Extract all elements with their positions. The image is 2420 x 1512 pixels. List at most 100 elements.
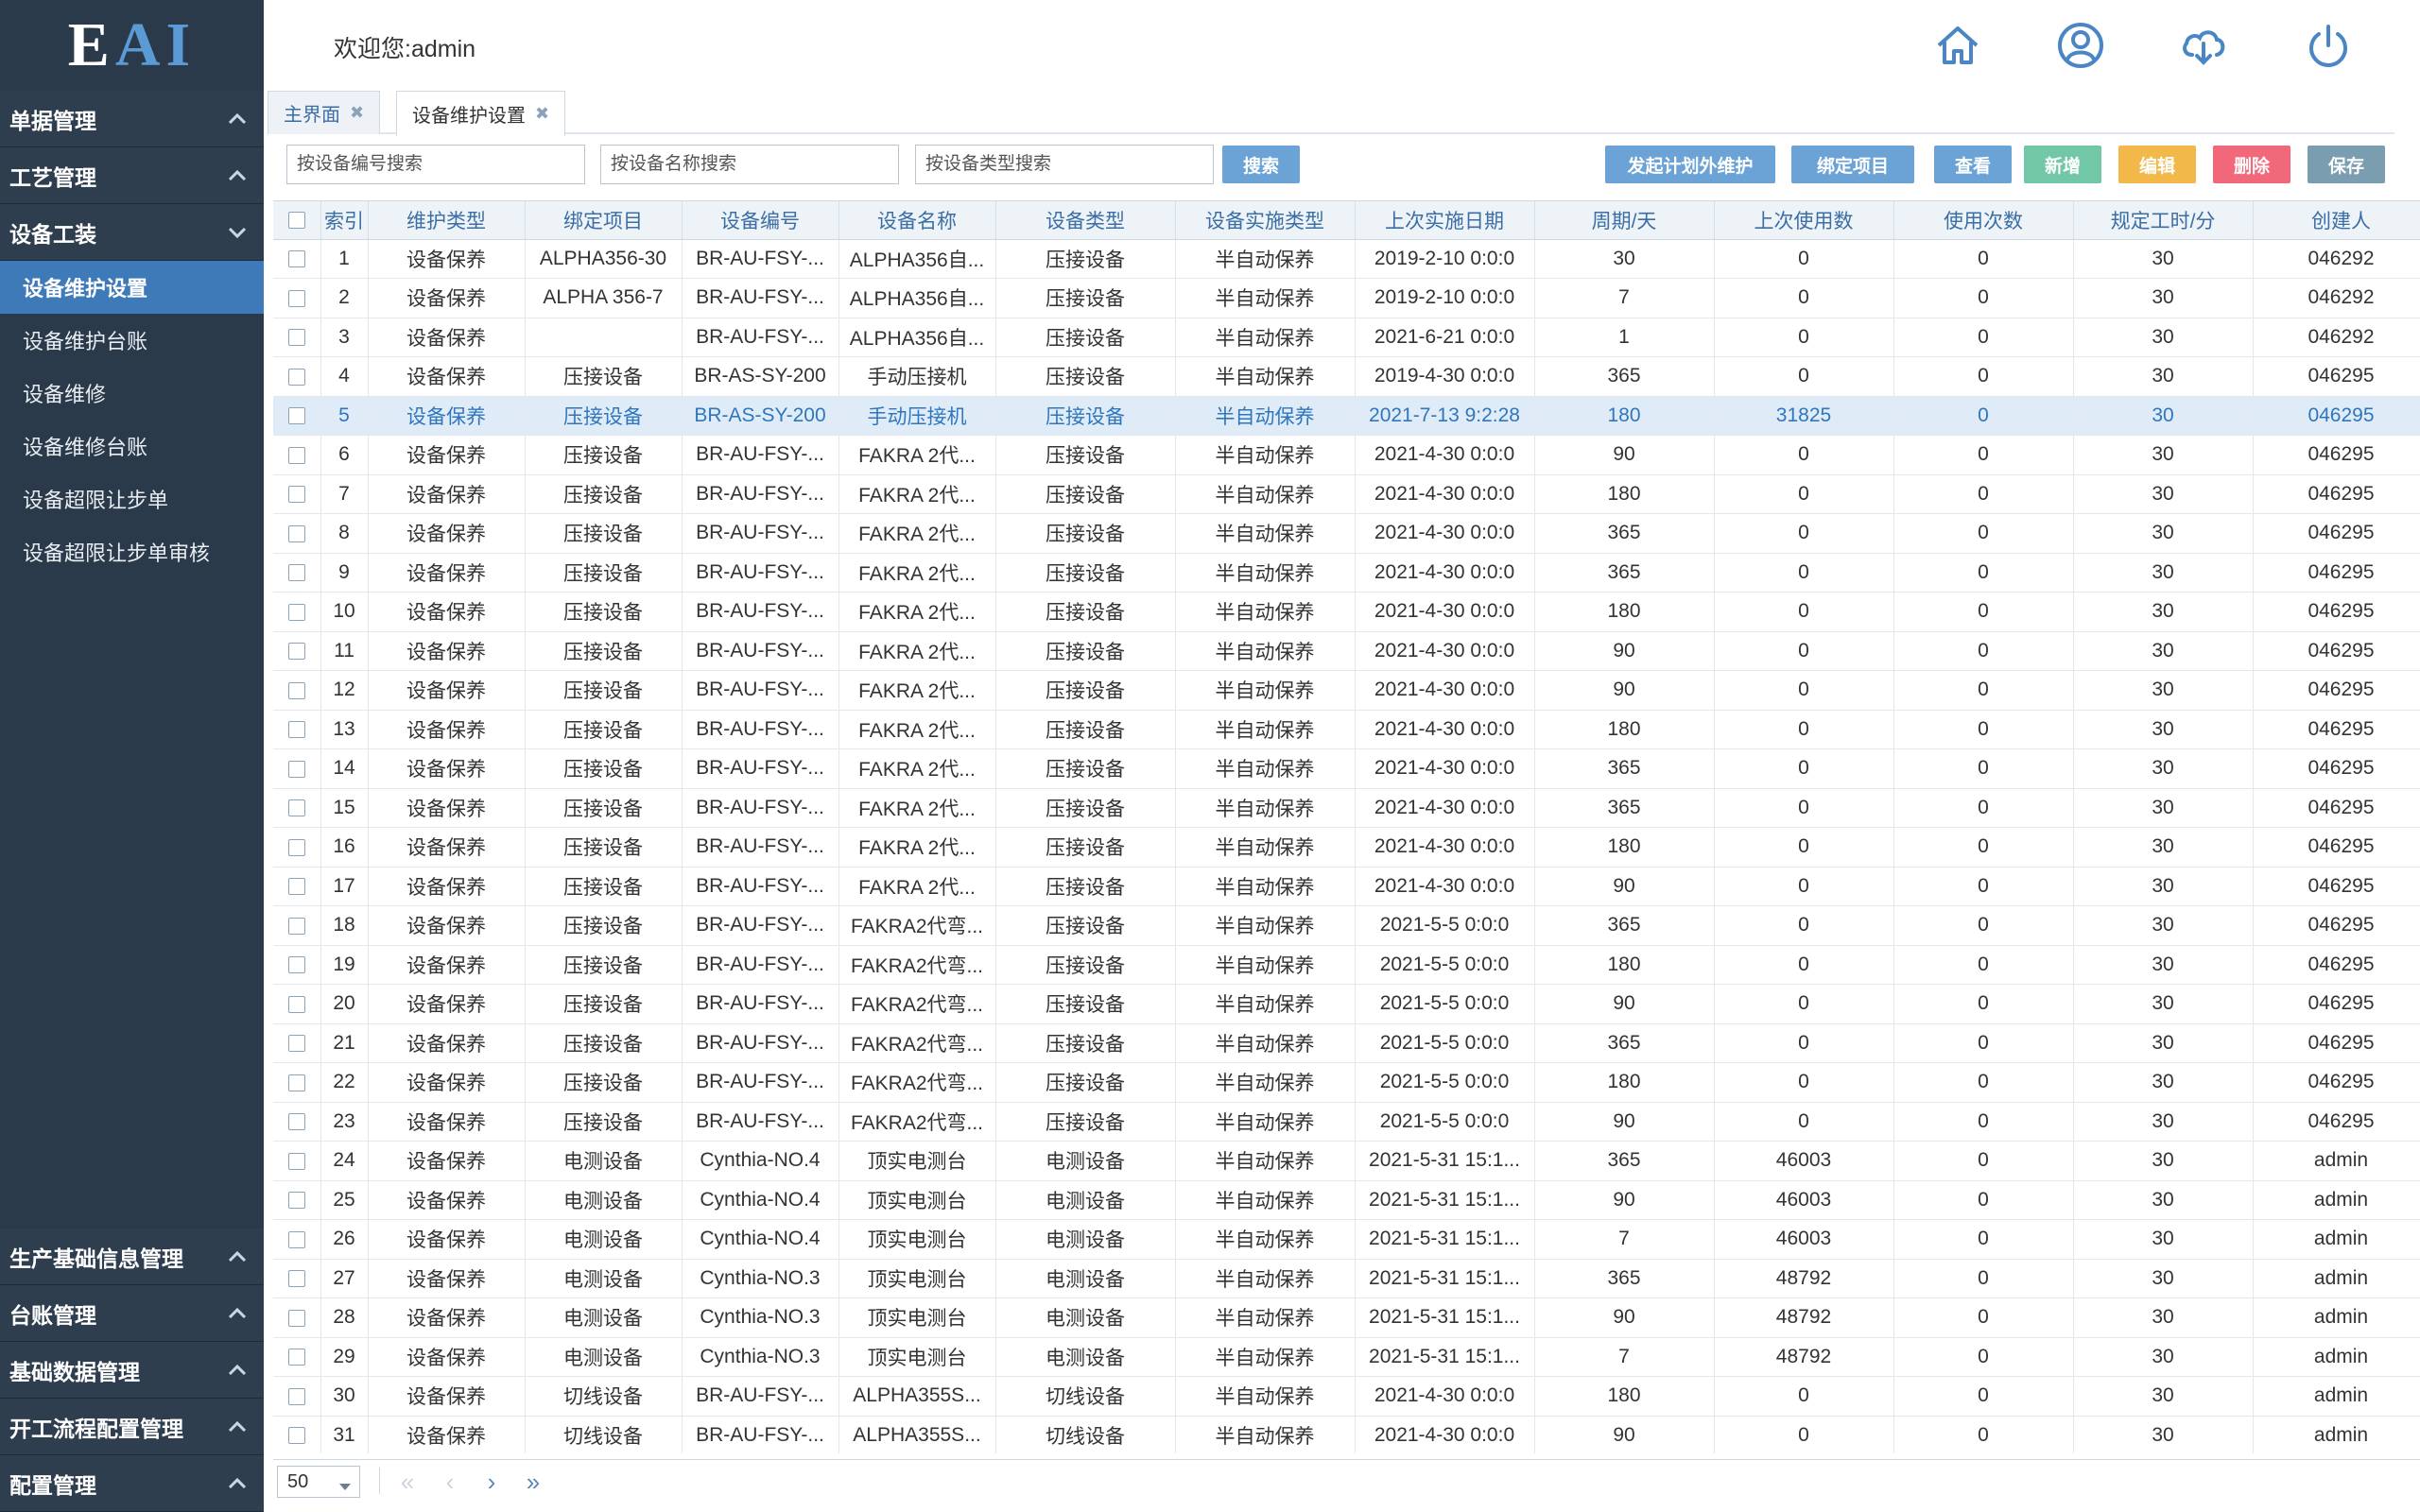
table-row[interactable]: 5 设备保养 压接设备 BR-AS-SY-200 手动压接机 压接设备 半自动保养 2021-… bbox=[273, 396, 2420, 436]
table-row[interactable]: 17 设备保养 压接设备 BR-AU-FSY-... FAKRA 2代... 压接设备 半自… bbox=[273, 867, 2420, 906]
row-checkbox[interactable] bbox=[273, 592, 321, 632]
table-row[interactable]: 25 设备保养 电测设备 Cynthia-NO.4 顶实电测台 电测设备 半自动保养 2021… bbox=[273, 1180, 2420, 1220]
row-checkbox[interactable] bbox=[273, 553, 321, 593]
edit-button[interactable]: 编辑 bbox=[2118, 146, 2196, 183]
column-header[interactable]: 周期/天 bbox=[1534, 201, 1715, 240]
search-code-input[interactable] bbox=[286, 145, 585, 184]
close-icon[interactable]: ✖ bbox=[350, 103, 364, 123]
row-checkbox[interactable] bbox=[273, 1219, 321, 1260]
row-checkbox[interactable] bbox=[273, 1297, 321, 1338]
view-button[interactable]: 查看 bbox=[1934, 146, 2012, 183]
table-row[interactable]: 4 设备保养 压接设备 BR-AS-SY-200 手动压接机 压接设备 半自动保养 2019-… bbox=[273, 356, 2420, 397]
menu-group-base-data[interactable]: 基础数据管理 bbox=[0, 1342, 264, 1399]
menu-group-ledger[interactable]: 台账管理 bbox=[0, 1285, 264, 1342]
tab-maintenance-settings[interactable]: 设备维护设置 ✖ bbox=[396, 91, 566, 136]
menu-group-workflow-config[interactable]: 开工流程配置管理 bbox=[0, 1399, 264, 1455]
row-checkbox[interactable] bbox=[273, 1141, 321, 1181]
row-checkbox[interactable] bbox=[273, 239, 321, 279]
table-row[interactable]: 23 设备保养 压接设备 BR-AU-FSY-... FAKRA2代弯... 压接设备 半自… bbox=[273, 1102, 2420, 1142]
row-checkbox[interactable] bbox=[273, 984, 321, 1024]
row-checkbox[interactable] bbox=[273, 788, 321, 828]
menu-group-process[interactable]: 工艺管理 bbox=[0, 147, 264, 204]
table-row[interactable]: 16 设备保养 压接设备 BR-AU-FSY-... FAKRA 2代... 压接设备 半自… bbox=[273, 827, 2420, 868]
bind-project-button[interactable]: 绑定项目 bbox=[1791, 146, 1914, 183]
row-checkbox[interactable] bbox=[273, 396, 321, 436]
table-row[interactable]: 12 设备保养 压接设备 BR-AU-FSY-... FAKRA 2代... 压接设备 半自… bbox=[273, 670, 2420, 711]
save-button[interactable]: 保存 bbox=[2308, 146, 2385, 183]
row-checkbox[interactable] bbox=[273, 278, 321, 318]
tab-home[interactable]: 主界面 ✖ bbox=[268, 91, 381, 134]
menu-group-config[interactable]: 配置管理 bbox=[0, 1455, 264, 1512]
power-icon[interactable] bbox=[2302, 19, 2355, 72]
menu-group-documents[interactable]: 单据管理 bbox=[0, 91, 264, 147]
column-header[interactable]: 索引 bbox=[320, 201, 369, 240]
column-header[interactable]: 使用次数 bbox=[1893, 201, 2074, 240]
row-checkbox[interactable] bbox=[273, 945, 321, 985]
sidebar-item-concession-review[interactable]: 设备超限让步单审核 bbox=[0, 525, 264, 578]
page-size-select[interactable]: 50 bbox=[277, 1466, 360, 1498]
table-row[interactable]: 9 设备保养 压接设备 BR-AU-FSY-... FAKRA 2代... 压接设备 半自动… bbox=[273, 553, 2420, 593]
row-checkbox[interactable] bbox=[273, 670, 321, 711]
table-row[interactable]: 15 设备保养 压接设备 BR-AU-FSY-... FAKRA 2代... 压接设备 半自… bbox=[273, 788, 2420, 828]
first-page-button[interactable]: « bbox=[393, 1468, 422, 1496]
table-row[interactable]: 22 设备保养 压接设备 BR-AU-FSY-... FAKRA2代弯... 压接设备 半自… bbox=[273, 1062, 2420, 1103]
column-header[interactable]: 维护类型 bbox=[368, 201, 526, 240]
table-row[interactable]: 18 设备保养 压接设备 BR-AU-FSY-... FAKRA2代弯... 压接设备 半自… bbox=[273, 905, 2420, 946]
column-header[interactable]: 规定工时/分 bbox=[2073, 201, 2254, 240]
column-header[interactable]: 设备编号 bbox=[682, 201, 839, 240]
column-header[interactable]: 上次使用数 bbox=[1714, 201, 1894, 240]
select-all-checkbox[interactable] bbox=[273, 201, 321, 240]
sidebar-item-maintenance-settings[interactable]: 设备维护设置 bbox=[0, 261, 264, 314]
column-header[interactable]: 创建人 bbox=[2253, 201, 2420, 240]
table-row[interactable]: 29 设备保养 电测设备 Cynthia-NO.3 顶实电测台 电测设备 半自动保养 2021… bbox=[273, 1337, 2420, 1377]
unplanned-maintenance-button[interactable]: 发起计划外维护 bbox=[1605, 146, 1775, 183]
row-checkbox[interactable] bbox=[273, 513, 321, 554]
row-checkbox[interactable] bbox=[273, 827, 321, 868]
row-checkbox[interactable] bbox=[273, 474, 321, 514]
row-checkbox[interactable] bbox=[273, 318, 321, 357]
row-checkbox[interactable] bbox=[273, 867, 321, 906]
row-checkbox[interactable] bbox=[273, 631, 321, 671]
row-checkbox[interactable] bbox=[273, 1259, 321, 1298]
search-button[interactable]: 搜索 bbox=[1222, 146, 1300, 183]
row-checkbox[interactable] bbox=[273, 1102, 321, 1142]
column-header[interactable]: 设备类型 bbox=[995, 201, 1176, 240]
table-row[interactable]: 31 设备保养 切线设备 BR-AU-FSY-... ALPHA355S... 切线设备半… bbox=[273, 1416, 2420, 1453]
column-header[interactable]: 设备名称 bbox=[838, 201, 996, 240]
table-row[interactable]: 21 设备保养 压接设备 BR-AU-FSY-... FAKRA2代弯... 压接设备 半自… bbox=[273, 1023, 2420, 1063]
table-row[interactable]: 7 设备保养 压接设备 BR-AU-FSY-... FAKRA 2代... 压接设备 半自动… bbox=[273, 474, 2420, 514]
row-checkbox[interactable] bbox=[273, 1023, 321, 1063]
sidebar-item-concession[interactable]: 设备超限让步单 bbox=[0, 472, 264, 525]
prev-page-button[interactable]: ‹ bbox=[436, 1468, 464, 1496]
table-row[interactable]: 1 设备保养 ALPHA356-30 BR-AU-FSY-... ALPHA356自..… bbox=[273, 239, 2420, 279]
table-row[interactable]: 27 设备保养 电测设备 Cynthia-NO.3 顶实电测台 电测设备 半自动保养 2021… bbox=[273, 1259, 2420, 1298]
add-button[interactable]: 新增 bbox=[2024, 146, 2101, 183]
close-icon[interactable]: ✖ bbox=[535, 104, 549, 124]
table-row[interactable]: 20 设备保养 压接设备 BR-AU-FSY-... FAKRA2代弯... 压接设备 半自… bbox=[273, 984, 2420, 1024]
row-checkbox[interactable] bbox=[273, 1376, 321, 1417]
menu-group-equipment[interactable]: 设备工装 bbox=[0, 204, 264, 261]
table-row[interactable]: 2 设备保养 ALPHA 356-7 BR-AU-FSY-... ALPHA356自..… bbox=[273, 278, 2420, 318]
row-checkbox[interactable] bbox=[273, 748, 321, 789]
user-icon[interactable] bbox=[2054, 19, 2107, 72]
search-name-input[interactable] bbox=[600, 145, 899, 184]
table-row[interactable]: 13 设备保养 压接设备 BR-AU-FSY-... FAKRA 2代... 压接设备 半自… bbox=[273, 710, 2420, 749]
delete-button[interactable]: 删除 bbox=[2213, 146, 2290, 183]
row-checkbox[interactable] bbox=[273, 356, 321, 397]
table-row[interactable]: 24 设备保养 电测设备 Cynthia-NO.4 顶实电测台 电测设备 半自动保养 2021… bbox=[273, 1141, 2420, 1181]
next-page-button[interactable]: › bbox=[477, 1468, 506, 1496]
home-icon[interactable] bbox=[1931, 19, 1984, 72]
table-row[interactable]: 28 设备保养 电测设备 Cynthia-NO.3 顶实电测台 电测设备 半自动保养 2021… bbox=[273, 1297, 2420, 1338]
sidebar-item-repair[interactable]: 设备维修 bbox=[0, 367, 264, 420]
search-type-input[interactable] bbox=[915, 145, 1214, 184]
table-row[interactable]: 19 设备保养 压接设备 BR-AU-FSY-... FAKRA2代弯... 压接设备 半自… bbox=[273, 945, 2420, 985]
last-page-button[interactable]: » bbox=[519, 1468, 547, 1496]
row-checkbox[interactable] bbox=[273, 435, 321, 475]
table-row[interactable]: 11 设备保养 压接设备 BR-AU-FSY-... FAKRA 2代... 压接设备 半自… bbox=[273, 631, 2420, 671]
table-row[interactable]: 6 设备保养 压接设备 BR-AU-FSY-... FAKRA 2代... 压接设备 半自动… bbox=[273, 435, 2420, 475]
table-row[interactable]: 8 设备保养 压接设备 BR-AU-FSY-... FAKRA 2代... 压接设备 半自动… bbox=[273, 513, 2420, 554]
row-checkbox[interactable] bbox=[273, 905, 321, 946]
table-row[interactable]: 30 设备保养 切线设备 BR-AU-FSY-... ALPHA355S... 切线设备半… bbox=[273, 1376, 2420, 1417]
table-row[interactable]: 26 设备保养 电测设备 Cynthia-NO.4 顶实电测台 电测设备 半自动保养 2021… bbox=[273, 1219, 2420, 1260]
row-checkbox[interactable] bbox=[273, 1416, 321, 1453]
